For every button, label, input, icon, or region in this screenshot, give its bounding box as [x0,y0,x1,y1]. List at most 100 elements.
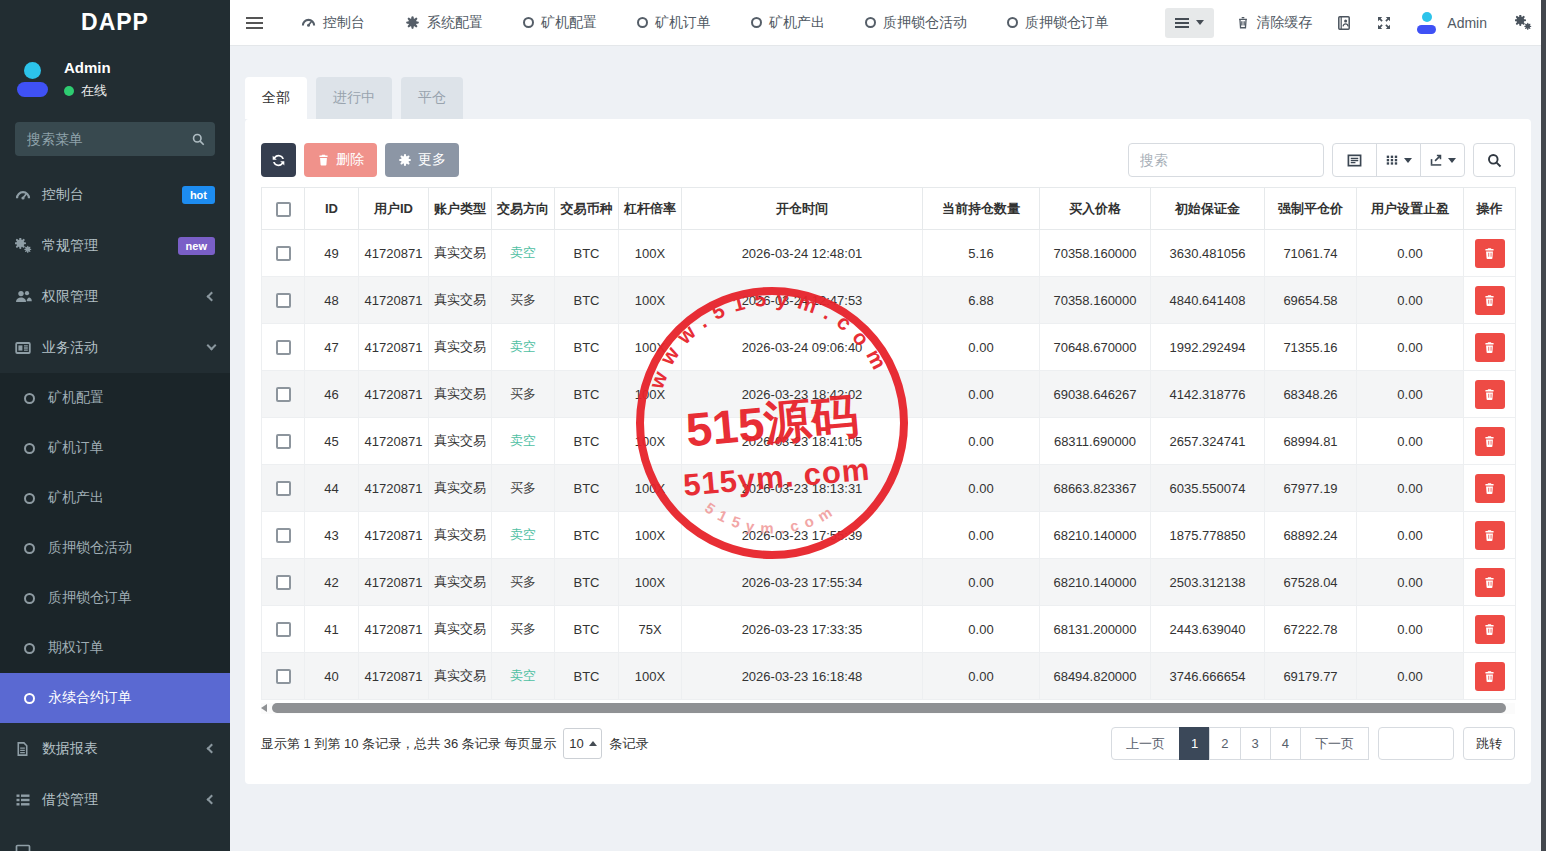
export-button[interactable] [1420,143,1465,177]
next-page-button[interactable]: 下一页 [1300,727,1369,760]
cell-time: 2026-03-24 09:06:40 [682,324,923,371]
fullscreen-icon[interactable] [1376,15,1392,31]
sidebar-item-lending[interactable]: 借贷管理 [0,774,230,825]
scroll-left-arrow-icon[interactable] [261,704,267,712]
page-button-4[interactable]: 4 [1270,727,1301,760]
nav-item-miner-config[interactable]: 矿机配置 [503,0,617,45]
cell-time: 2026-03-23 17:33:35 [682,606,923,653]
row-checkbox[interactable] [276,387,291,402]
sidebar-item-reports[interactable]: 数据报表 [0,723,230,774]
sidebar-item-label: 常规管理 [42,237,98,255]
row-checkbox[interactable] [276,293,291,308]
row-delete-button[interactable] [1475,333,1505,362]
row-checkbox[interactable] [276,434,291,449]
row-delete-button[interactable] [1475,380,1505,409]
cell-leverage: 100X [619,512,682,559]
sidebar-item-label: 业务活动 [42,339,98,357]
row-checkbox[interactable] [276,528,291,543]
row-delete-button[interactable] [1475,474,1505,503]
row-checkbox[interactable] [276,575,291,590]
search-button[interactable] [1473,143,1515,177]
cell-direction: 卖空 [492,512,555,559]
detail-view-button[interactable] [1332,143,1377,177]
scrollbar-thumb[interactable] [272,703,1506,713]
sidebar-item-stake-orders[interactable]: 质押锁仓订单 [0,573,230,623]
row-delete-button[interactable] [1475,239,1505,268]
cell-leverage: 100X [619,465,682,512]
nav-item-stake-orders[interactable]: 质押锁仓订单 [987,0,1129,45]
cell-uid: 41720871 [359,324,429,371]
docs-icon[interactable] [1336,15,1352,31]
sidebar-submenu: 矿机配置 矿机订单 矿机产出 质押锁仓活动 质押锁仓订单 期权订单 永续合约订单 [0,373,230,723]
summary-prefix: 显示第 1 到第 10 条记录，总共 36 条记录 每页显示 [261,735,556,753]
cell-op [1464,606,1516,653]
row-checkbox[interactable] [276,669,291,684]
row-checkbox[interactable] [276,481,291,496]
row-delete-button[interactable] [1475,286,1505,315]
row-checkbox[interactable] [276,246,291,261]
row-delete-button[interactable] [1475,615,1505,644]
orders-table: ID 用户ID 账户类型 交易方向 交易币种 杠杆倍率 开仓时间 当前持仓数量 … [261,187,1516,700]
sidebar-item-miner-output[interactable]: 矿机产出 [0,473,230,523]
hamburger-icon[interactable] [246,14,263,32]
sidebar-item-partial[interactable] [0,825,230,851]
cell-uid: 41720871 [359,277,429,324]
row-checkbox[interactable] [276,622,291,637]
page-button-3[interactable]: 3 [1240,727,1271,760]
more-button[interactable]: 更多 [385,143,459,177]
sidebar-item-permissions[interactable]: 权限管理 [0,271,230,322]
page-size-select[interactable]: 10 [563,728,602,759]
table-row: 47 41720871 真实交易 卖空 BTC 100X 2026-03-24 … [262,324,1516,371]
row-checkbox[interactable] [276,340,291,355]
sidebar-item-stake-activity[interactable]: 质押锁仓活动 [0,523,230,573]
nav-item-stake-activity[interactable]: 质押锁仓活动 [845,0,987,45]
sidebar-item-option-orders[interactable]: 期权订单 [0,623,230,673]
refresh-button[interactable] [261,143,296,177]
cell-amount: 0.00 [923,653,1040,700]
nav-menu-dropdown[interactable] [1165,8,1214,38]
nav-item-miner-orders[interactable]: 矿机订单 [617,0,731,45]
list-icon [15,792,42,808]
sidebar-item-perpetual-orders[interactable]: 永续合约订单 [0,673,230,723]
sidebar-item-miner-orders[interactable]: 矿机订单 [0,423,230,473]
prev-page-button[interactable]: 上一页 [1111,727,1180,760]
cell-force-price: 67977.19 [1265,465,1357,512]
tab-ongoing[interactable]: 进行中 [316,77,392,119]
tab-all[interactable]: 全部 [245,77,307,119]
page-button-2[interactable]: 2 [1209,727,1240,760]
horizontal-scrollbar[interactable] [261,703,1515,714]
nav-item-miner-output[interactable]: 矿机产出 [731,0,845,45]
table-search-input[interactable] [1128,143,1324,177]
search-icon[interactable] [181,133,215,146]
sidebar-item-label: 期权订单 [48,639,104,657]
jump-page-input[interactable] [1378,727,1454,760]
jump-button[interactable]: 跳转 [1463,727,1515,760]
gear-icon [405,15,420,30]
cell-force-price: 69654.58 [1265,277,1357,324]
row-checkbox-cell [262,371,305,418]
sidebar-search-input[interactable] [15,131,181,147]
settings-cogs-icon[interactable] [1515,15,1532,31]
cell-tp: 0.00 [1357,277,1464,324]
nav-user[interactable]: Admin [1416,12,1487,34]
window-scrollbar[interactable] [1541,0,1546,851]
nav-item-system-config[interactable]: 系统配置 [385,0,503,45]
sidebar-item-general[interactable]: 常规管理 new [0,220,230,271]
row-delete-button[interactable] [1475,662,1505,691]
nav-user-label: Admin [1447,15,1487,31]
sidebar-item-dashboard[interactable]: 控制台 hot [0,169,230,220]
row-delete-button[interactable] [1475,427,1505,456]
nav-item-dashboard[interactable]: 控制台 [281,0,385,45]
cell-direction: 卖空 [492,230,555,277]
sidebar-item-miner-config[interactable]: 矿机配置 [0,373,230,423]
delete-button[interactable]: 删除 [304,143,377,177]
tab-closed[interactable]: 平仓 [401,77,463,119]
row-delete-button[interactable] [1475,568,1505,597]
clear-cache-button[interactable]: 清除缓存 [1236,14,1312,32]
columns-button[interactable] [1376,143,1421,177]
select-all-checkbox[interactable] [276,202,291,217]
row-delete-button[interactable] [1475,521,1505,550]
cell-id: 49 [305,230,359,277]
sidebar-item-business[interactable]: 业务活动 [0,322,230,373]
page-button-1[interactable]: 1 [1179,727,1210,760]
